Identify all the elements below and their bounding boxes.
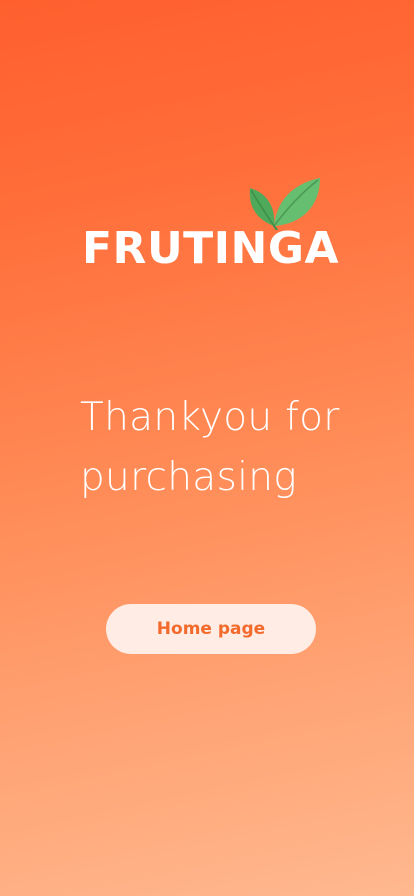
- thank-you-screen: FRUTINGA Thankyou for purchasing Home pa…: [0, 0, 414, 896]
- thank-you-line-1: Thankyou for: [80, 395, 340, 440]
- thank-you-message: Thankyou for purchasing: [80, 388, 400, 508]
- brand-logo: FRUTINGA: [80, 176, 340, 286]
- thank-you-line-2: purchasing: [80, 455, 297, 500]
- leaf-icon: [249, 178, 320, 230]
- brand-name: FRUTINGA: [82, 223, 340, 274]
- home-page-button[interactable]: Home page: [106, 604, 316, 654]
